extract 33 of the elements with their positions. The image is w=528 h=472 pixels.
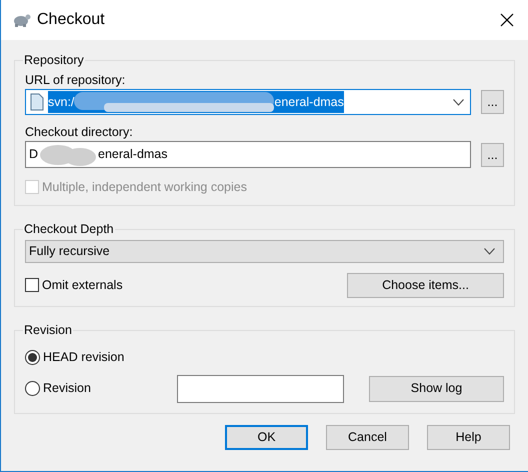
field-label: URL of repository: — [25, 72, 126, 89]
radio-label: Revision — [43, 380, 91, 398]
url-text: svn:/ — [48, 94, 74, 111]
redaction-blur — [38, 144, 98, 166]
chevron-down-icon — [484, 248, 495, 255]
group-title: Repository — [23, 52, 85, 68]
field-label: Checkout directory: — [25, 124, 134, 141]
close-icon[interactable] — [500, 13, 514, 27]
url-combobox[interactable]: svn:/ eneral-dmas — [25, 89, 471, 115]
depth-dropdown[interactable]: Fully recursive — [25, 240, 504, 263]
turtle-icon — [11, 12, 31, 28]
directory-field[interactable]: D eneral-dmas — [25, 141, 471, 168]
dialog-button[interactable]: Help — [427, 424, 510, 450]
checkbox-label: Multiple, independent working copies — [42, 179, 247, 196]
radio-button[interactable] — [25, 381, 40, 396]
revision-field[interactable] — [177, 374, 344, 403]
dropdown-value: Fully recursive — [29, 242, 111, 260]
dialog-button[interactable]: Cancel — [326, 424, 409, 450]
directory-text: D — [29, 146, 38, 164]
checkbox-label: Omit externals — [42, 276, 123, 294]
window-title: Checkout — [37, 10, 106, 30]
show-log-button[interactable]: Show log — [369, 376, 504, 402]
checkbox[interactable] — [25, 278, 39, 292]
chevron-down-icon[interactable] — [453, 98, 464, 106]
browse-button[interactable]: ... — [481, 142, 504, 166]
choose-items-button[interactable]: Choose items... — [347, 272, 504, 298]
url-text: eneral-dmas — [274, 94, 344, 111]
radio-label: HEAD revision — [43, 349, 124, 366]
browse-button[interactable]: ... — [481, 90, 504, 114]
file-icon — [30, 93, 44, 111]
directory-text: eneral-dmas — [98, 146, 168, 164]
dialog-button[interactable]: OK — [225, 424, 308, 450]
radio-button[interactable] — [25, 350, 40, 366]
